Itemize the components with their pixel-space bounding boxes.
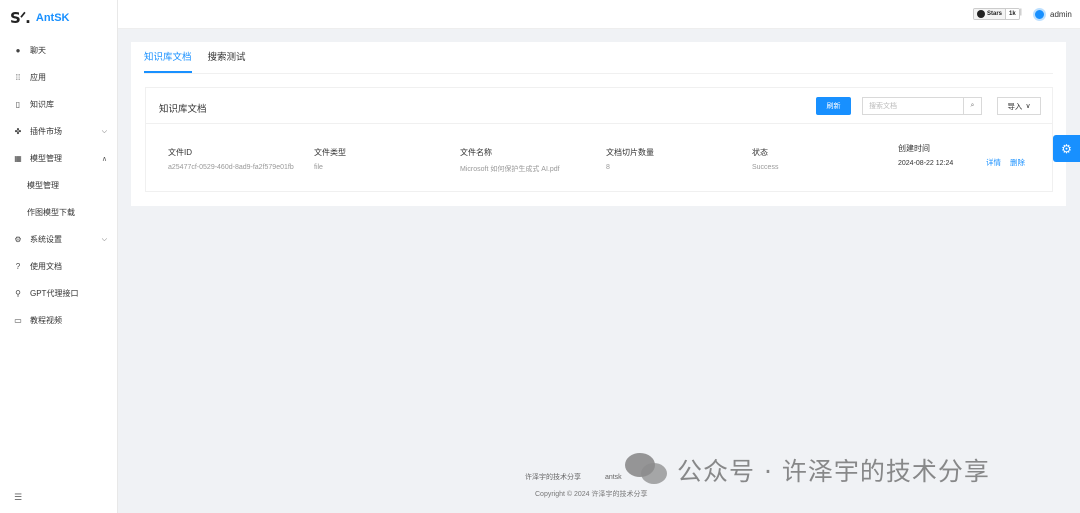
watermark-text: 公众号 · 许泽宇的技术分享 — [677, 457, 990, 486]
details-link[interactable]: 详情 — [986, 157, 1001, 168]
github-stars-count: 1k — [1005, 9, 1019, 19]
footer-link-antsk[interactable]: antsk — [605, 474, 622, 481]
chevron-up-icon: ∧ — [101, 155, 107, 163]
sidebar-item-plugin-market[interactable]: ✤ 插件市场 ⌵ — [0, 118, 117, 145]
sidebar-item-label: 模型管理 — [30, 154, 62, 163]
chevron-down-icon: ⌵ — [101, 127, 107, 135]
logo-mark-icon: Sᐟ. — [10, 9, 31, 27]
footer-links: 许泽宇的技术分享 antsk — [525, 472, 622, 482]
status-value: Success — [752, 164, 779, 171]
main-card: 知识库文档 搜索测试 知识库文档 刷新 ⌕ 导入 ∨ 文件ID a25477cf… — [131, 42, 1066, 206]
file-name-value: Microsoft 如何保护生成式 AI.pdf — [460, 166, 560, 173]
sidebar-item-knowledge-base[interactable]: ▯ 知识库 — [0, 91, 117, 118]
slice-count-value: 8 — [606, 164, 610, 171]
panel-title: 知识库文档 — [159, 104, 207, 115]
top-header — [118, 0, 1080, 29]
import-label: 导入 — [1007, 101, 1023, 111]
refresh-button[interactable]: 刷新 — [816, 97, 851, 115]
copyright: Copyright © 2024 许泽宇的技术分享 — [535, 491, 648, 498]
sidebar-item-label: 聊天 — [30, 46, 46, 55]
sidebar-item-label: 插件市场 — [30, 127, 62, 136]
wechat-watermark: 公众号 · 许泽宇的技术分享 — [625, 452, 990, 488]
menu-collapse-icon[interactable]: ☰ — [14, 492, 22, 503]
settings-icon: ⚙ — [14, 235, 22, 244]
model-icon: ▦ — [14, 154, 22, 163]
search-box: ⌕ — [862, 97, 982, 115]
sidebar-item-apps[interactable]: ⁞⁞ 应用 — [0, 64, 117, 91]
user-name[interactable]: admin — [1050, 10, 1072, 19]
help-icon: ? — [15, 262, 21, 271]
book-icon: ▯ — [15, 100, 21, 109]
video-icon: ▭ — [14, 316, 22, 325]
column-header-name: 文件名称 — [460, 148, 492, 157]
table-cell-name: 文件名称 Microsoft 如何保护生成式 AI.pdf — [460, 147, 560, 174]
sidebar: Sᐟ. AntSK ● 聊天 ⁞⁞ 应用 ▯ 知识库 ✤ 插件市场 ⌵ ▦ 模型… — [0, 0, 118, 513]
column-header-status: 状态 — [752, 148, 768, 157]
sidebar-item-label: 系统设置 — [30, 235, 62, 244]
tab-search-test[interactable]: 搜索测试 — [208, 42, 246, 73]
footer-link-blog[interactable]: 许泽宇的技术分享 — [525, 474, 581, 481]
tab-bar: 知识库文档 搜索测试 — [144, 42, 262, 73]
apps-icon: ⁞⁞ — [15, 73, 21, 82]
sidebar-item-label: 知识库 — [30, 100, 54, 109]
sidebar-item-gpt-proxy[interactable]: ⚲ GPT代理接口 — [0, 280, 117, 307]
sidebar-item-tutorial-video[interactable]: ▭ 教程视频 — [0, 307, 117, 334]
sidebar-menu: ● 聊天 ⁞⁞ 应用 ▯ 知识库 ✤ 插件市场 ⌵ ▦ 模型管理 ∧ 模型管理 … — [0, 37, 117, 334]
plugin-icon: ✤ — [14, 127, 22, 136]
sidebar-item-label: 应用 — [30, 73, 46, 82]
table-cell-id: 文件ID a25477cf-0529-460d-8ad9-fa2f579e01f… — [168, 147, 294, 171]
chat-icon: ● — [15, 46, 21, 55]
column-header-type: 文件类型 — [314, 148, 346, 157]
search-input[interactable] — [863, 98, 963, 114]
avatar[interactable] — [1033, 8, 1046, 21]
location-icon: ⚲ — [15, 289, 21, 298]
chevron-down-icon: ∨ — [1025, 103, 1031, 110]
documents-panel-header: 知识库文档 刷新 ⌕ 导入 ∨ — [146, 88, 1052, 124]
chevron-down-icon: ⌵ — [101, 235, 107, 243]
created-time-value: 2024-08-22 12:24 — [898, 160, 954, 167]
file-type-value: file — [314, 164, 323, 171]
table-cell-type: 文件类型 file — [314, 147, 346, 171]
github-stars-badge[interactable]: Stars 1k — [973, 8, 1020, 20]
sidebar-item-label: 使用文档 — [30, 262, 62, 271]
delete-link[interactable]: 删除 — [1010, 157, 1025, 168]
table-cell-status: 状态 Success — [752, 147, 778, 171]
sidebar-item-model-management[interactable]: ▦ 模型管理 ∧ — [0, 145, 117, 172]
documents-panel: 知识库文档 刷新 ⌕ 导入 ∨ 文件ID a25477cf-0529-460d-… — [145, 87, 1053, 192]
app-name: AntSK — [35, 12, 70, 24]
sidebar-item-chat[interactable]: ● 聊天 — [0, 37, 117, 64]
sidebar-subitem-image-model-download[interactable]: 作图模型下载 — [0, 199, 117, 226]
floating-settings-button[interactable]: ⚙ — [1053, 135, 1080, 162]
app-logo[interactable]: Sᐟ. AntSK — [0, 0, 117, 36]
github-icon — [977, 10, 985, 18]
wechat-icon — [625, 453, 669, 487]
tab-divider — [144, 73, 1053, 74]
column-header-id: 文件ID — [168, 148, 192, 157]
tab-knowledge-docs[interactable]: 知识库文档 — [144, 42, 192, 73]
import-dropdown-button[interactable]: 导入 ∨ — [997, 97, 1041, 115]
gear-icon: ⚙ — [1061, 141, 1072, 156]
sidebar-item-label: 教程视频 — [30, 316, 62, 325]
header-separator: | — [1020, 9, 1022, 16]
file-id-value: a25477cf-0529-460d-8ad9-fa2f579e01fb — [168, 164, 294, 171]
search-icon[interactable]: ⌕ — [963, 98, 981, 114]
github-stars-label: Stars — [987, 11, 1003, 17]
table-cell-created: 创建时间 2024-08-22 12:24 — [898, 143, 953, 167]
sidebar-item-system-settings[interactable]: ⚙ 系统设置 ⌵ — [0, 226, 117, 253]
sidebar-item-docs[interactable]: ? 使用文档 — [0, 253, 117, 280]
column-header-created: 创建时间 — [898, 144, 930, 153]
table-cell-slices: 文档切片数量 8 — [606, 147, 654, 171]
sidebar-item-label: GPT代理接口 — [30, 289, 79, 298]
sidebar-subitem-model-management[interactable]: 模型管理 — [0, 172, 117, 199]
column-header-slices: 文档切片数量 — [606, 148, 654, 157]
